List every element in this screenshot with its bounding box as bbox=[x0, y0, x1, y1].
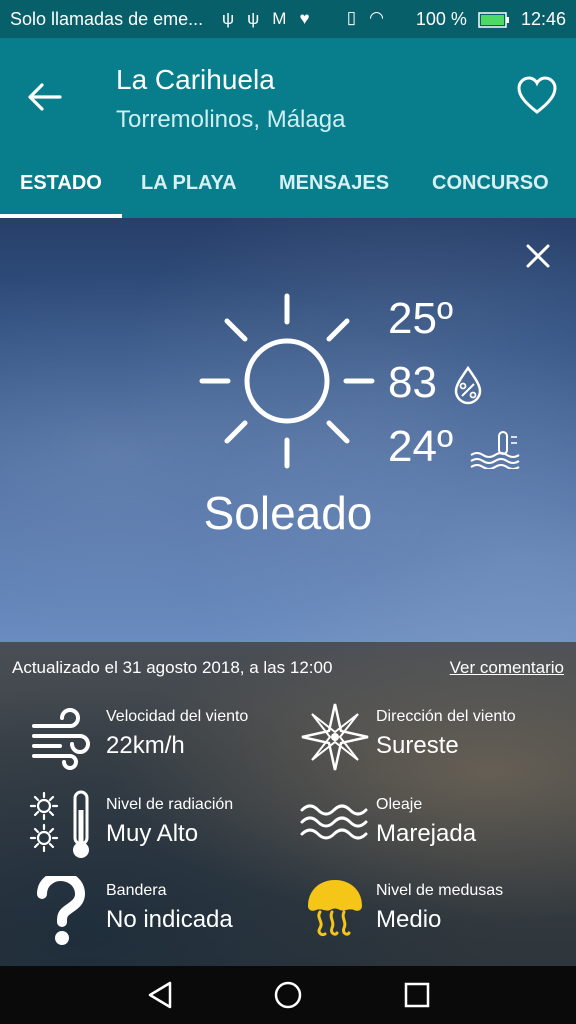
tab-mensajes[interactable]: MENSAJES bbox=[279, 172, 389, 195]
sun-icon bbox=[199, 293, 375, 469]
tab-estado[interactable]: ESTADO bbox=[20, 172, 102, 195]
weather-condition: Soleado bbox=[203, 487, 373, 539]
status-bar: Solo llamadas de eme... ψ ψ M ♥ ▯ ◠ 100 … bbox=[0, 0, 576, 38]
jellyfish-value: Medio bbox=[376, 906, 442, 933]
usb-icon: ψ bbox=[222, 9, 235, 28]
nav-home-icon[interactable] bbox=[273, 980, 303, 1010]
waves-item: Oleaje Marejada bbox=[300, 790, 570, 866]
wind-speed-value: 22km/h bbox=[106, 732, 185, 759]
nav-back-icon[interactable] bbox=[146, 980, 176, 1010]
flag-value: No indicada bbox=[106, 906, 233, 933]
system-icons: ▯ ◠ bbox=[339, 7, 384, 28]
jellyfish-label: Nivel de medusas bbox=[376, 882, 504, 899]
water-temperature: 24º bbox=[388, 422, 521, 472]
question-mark-icon bbox=[37, 876, 86, 945]
last-updated-text: Actualizado el 31 agosto 2018, a las 12:… bbox=[12, 658, 333, 677]
app-bar: La Carihuela Torremolinos, Málaga ESTADO… bbox=[0, 38, 576, 218]
beach-title: La Carihuela bbox=[116, 64, 275, 95]
beach-location: Torremolinos, Málaga bbox=[116, 106, 346, 133]
jellyfish-item: Nivel de medusas Medio bbox=[300, 876, 570, 952]
wind-direction-label: Dirección del viento bbox=[376, 708, 516, 725]
humidity-drop-icon bbox=[454, 366, 482, 405]
waves-icon bbox=[300, 804, 368, 840]
clock: 12:46 bbox=[520, 9, 566, 29]
compass-rose-icon bbox=[301, 703, 369, 771]
waves-label: Oleaje bbox=[376, 796, 423, 813]
notification-icons: ψ ψ M ♥ bbox=[222, 8, 318, 29]
nav-recents-icon[interactable] bbox=[402, 980, 432, 1010]
wind-direction-value: Sureste bbox=[376, 732, 459, 759]
system-nav-bar bbox=[0, 966, 576, 1024]
view-comment-link[interactable]: Ver comentario bbox=[450, 658, 564, 678]
radiation-value: Muy Alto bbox=[106, 820, 199, 847]
waves-value: Marejada bbox=[376, 820, 477, 847]
beach-info-panel: Actualizado el 31 agosto 2018, a las 12:… bbox=[0, 642, 576, 966]
heart-rate-icon: ♥ bbox=[299, 9, 310, 28]
wifi-icon: ◠ bbox=[369, 8, 384, 27]
air-temperature: 25º bbox=[388, 294, 454, 343]
favorite-heart-icon[interactable] bbox=[516, 76, 558, 116]
carrier-text: Solo llamadas de eme... bbox=[10, 9, 204, 29]
wind-speed-label: Velocidad del viento bbox=[106, 708, 249, 725]
tab-la-playa[interactable]: LA PLAYA bbox=[141, 172, 237, 195]
tab-concurso[interactable]: CONCURSO bbox=[432, 172, 549, 195]
radiation-thermometer-icon bbox=[30, 790, 89, 858]
jellyfish-icon bbox=[308, 880, 362, 937]
radiation-item: Nivel de radiación Muy Alto bbox=[30, 790, 300, 866]
battery-percentage: 100 % bbox=[415, 9, 467, 29]
water-thermometer-icon bbox=[470, 431, 520, 470]
wind-speed-item: Velocidad del viento 22km/h bbox=[30, 702, 300, 778]
weather-panel: 25º 83 24º Soleado bbox=[0, 218, 576, 642]
tab-bar: ESTADO LA PLAYA MENSAJES CONCURSO bbox=[0, 164, 576, 218]
close-icon[interactable] bbox=[526, 244, 550, 268]
gmail-icon: M bbox=[272, 9, 287, 28]
humidity: 83 bbox=[388, 358, 483, 408]
wind-icon bbox=[32, 708, 90, 770]
radiation-label: Nivel de radiación bbox=[106, 796, 234, 813]
flag-label: Bandera bbox=[106, 882, 167, 899]
battery-icon bbox=[478, 12, 509, 28]
back-arrow-icon[interactable] bbox=[26, 80, 64, 114]
wind-direction-item: Dirección del viento Sureste bbox=[300, 702, 570, 778]
vibrate-icon: ▯ bbox=[346, 8, 357, 27]
usb-icon: ψ bbox=[247, 9, 260, 28]
flag-item: Bandera No indicada bbox=[30, 876, 300, 952]
